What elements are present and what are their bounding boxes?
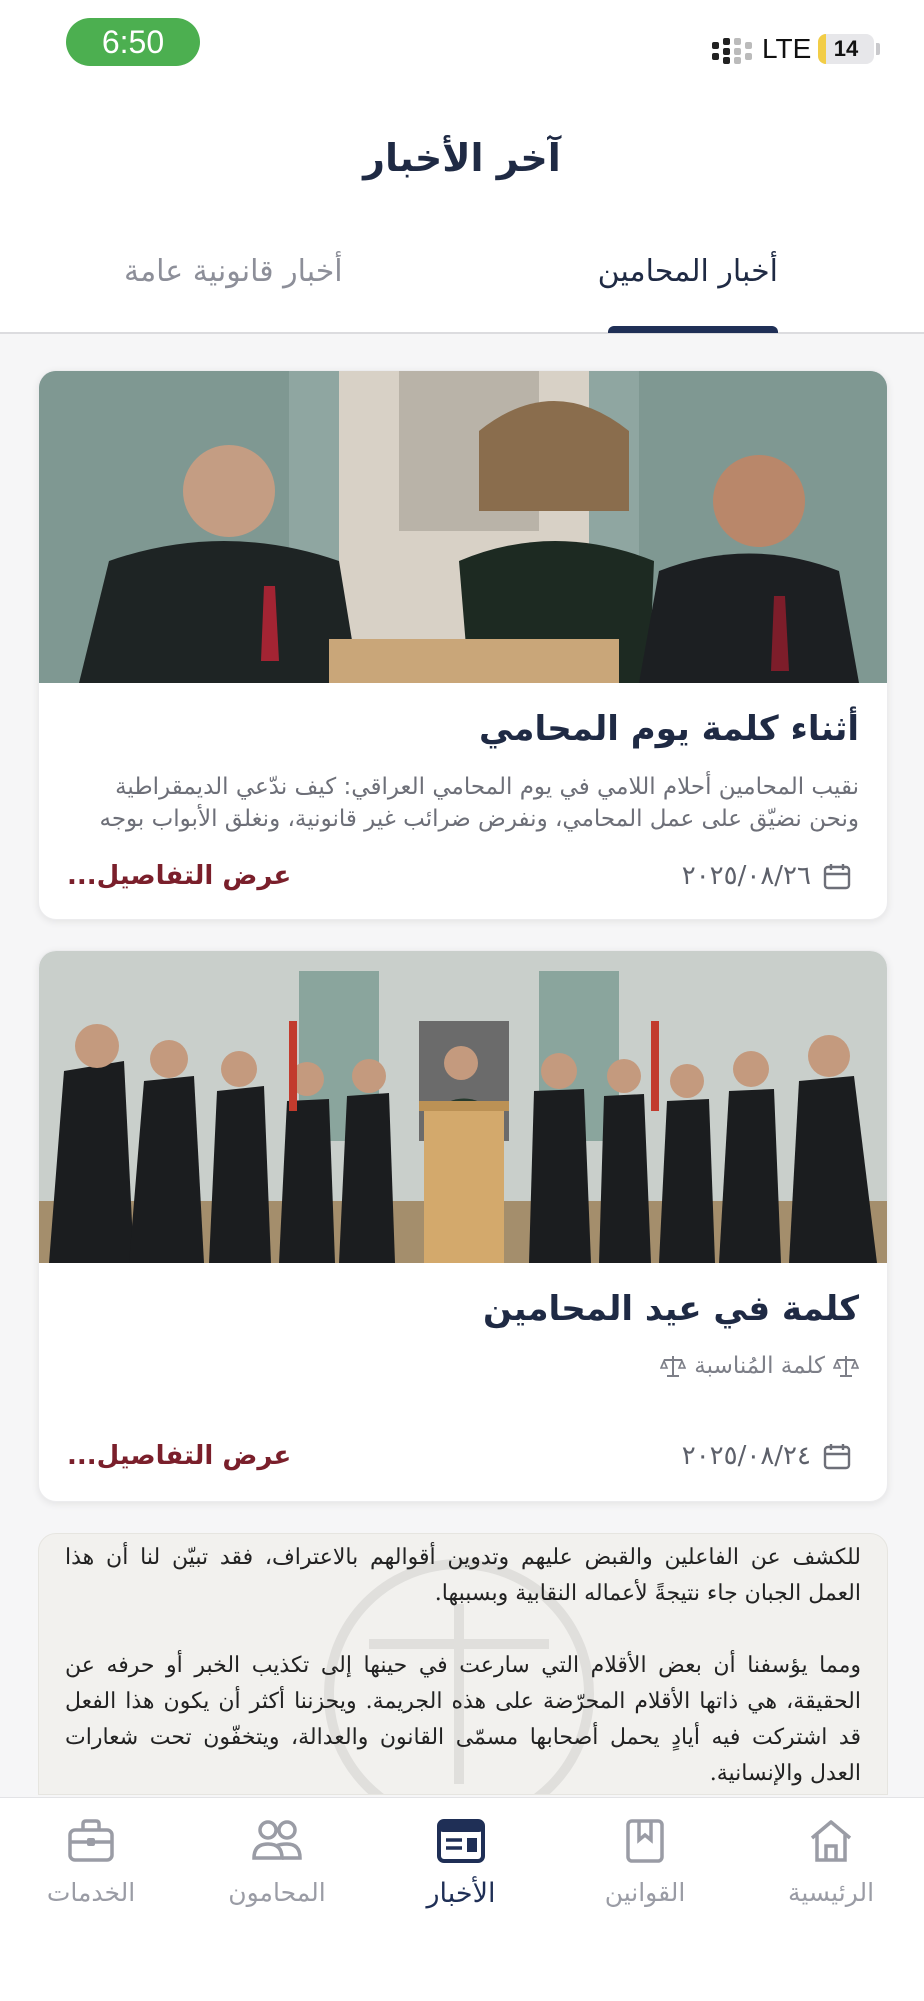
signal-icon [712, 38, 752, 64]
nav-laws[interactable]: القوانين [570, 1818, 720, 1907]
page-header: آخر الأخبار أخبار المحامين أخبار قانونية… [0, 90, 924, 334]
calendar-icon [823, 1444, 851, 1470]
nav-home[interactable]: الرئيسية [756, 1818, 906, 1907]
status-time: 6:50 [66, 18, 200, 66]
nav-label: الرئيسية [787, 1878, 875, 1907]
nav-services[interactable]: الخدمات [16, 1818, 166, 1907]
news-excerpt: نقيب المحامين أحلام اللامي في يوم المحام… [99, 774, 859, 832]
home-icon [810, 1820, 852, 1862]
news-title: كلمة في عيد المحامين [483, 1289, 859, 1329]
nav-news[interactable]: الأخبار [386, 1818, 536, 1909]
news-title: أثناء كلمة يوم المحامي [479, 709, 859, 749]
briefcase-icon [68, 1819, 114, 1862]
tab-lawyers-news[interactable]: أخبار المحامين [598, 254, 778, 289]
view-details-link[interactable]: عرض التفاصيل... [67, 861, 291, 891]
nav-lawyers[interactable]: المحامون [202, 1818, 352, 1907]
news-card[interactable]: كلمة في عيد المحامين كلمة المُناسبة ٢٠٢٥… [38, 950, 888, 1502]
news-category: كلمة المُناسبة [660, 1353, 859, 1379]
nav-label: المحامون [228, 1878, 326, 1907]
nav-label: الأخبار [426, 1878, 496, 1909]
bookmark-book-icon [626, 1819, 664, 1863]
news-card[interactable]: أثناء كلمة يوم المحامي نقيب المحامين أحل… [38, 370, 888, 920]
people-icon [252, 1820, 302, 1860]
page-title: آخر الأخبار [363, 136, 561, 180]
battery-percent: 14 [833, 36, 859, 61]
news-date-text: ٢٠٢٥/٠٨/٢٦ [681, 861, 811, 891]
battery-tip [876, 43, 880, 55]
news-image [39, 371, 887, 683]
document-text: للكشف عن الفاعلين والقبض عليهم وتدوين أق… [65, 1540, 861, 1794]
calendar-icon [823, 864, 851, 890]
tab-general-legal-news[interactable]: أخبار قانونية عامة [124, 254, 343, 289]
newspaper-icon [437, 1819, 485, 1863]
active-tab-indicator [608, 326, 778, 333]
bottom-navigation: الخدمات المحامون الأخبار القوانين الرئيس… [0, 1797, 924, 2001]
document-paragraph: للكشف عن الفاعلين والقبض عليهم وتدوين أق… [65, 1545, 861, 1606]
news-image [39, 951, 887, 1263]
nav-label: القوانين [604, 1878, 686, 1907]
status-bar: 6:50 LTE 14 [0, 0, 924, 90]
battery-icon: 14 [818, 34, 874, 64]
view-details-link[interactable]: عرض التفاصيل... [67, 1441, 291, 1471]
news-card-document[interactable]: للكشف عن الفاعلين والقبض عليهم وتدوين أق… [38, 1533, 888, 1795]
nav-label: الخدمات [46, 1878, 136, 1907]
document-paragraph: ومما يؤسفنا أن بعض الأقلام التي سارعت في… [65, 1653, 861, 1786]
news-date-text: ٢٠٢٥/٠٨/٢٤ [681, 1441, 811, 1471]
news-category-text: كلمة المُناسبة [694, 1353, 825, 1379]
network-type: LTE [762, 33, 812, 64]
scales-icon [660, 1356, 687, 1377]
scales-icon [833, 1356, 859, 1377]
